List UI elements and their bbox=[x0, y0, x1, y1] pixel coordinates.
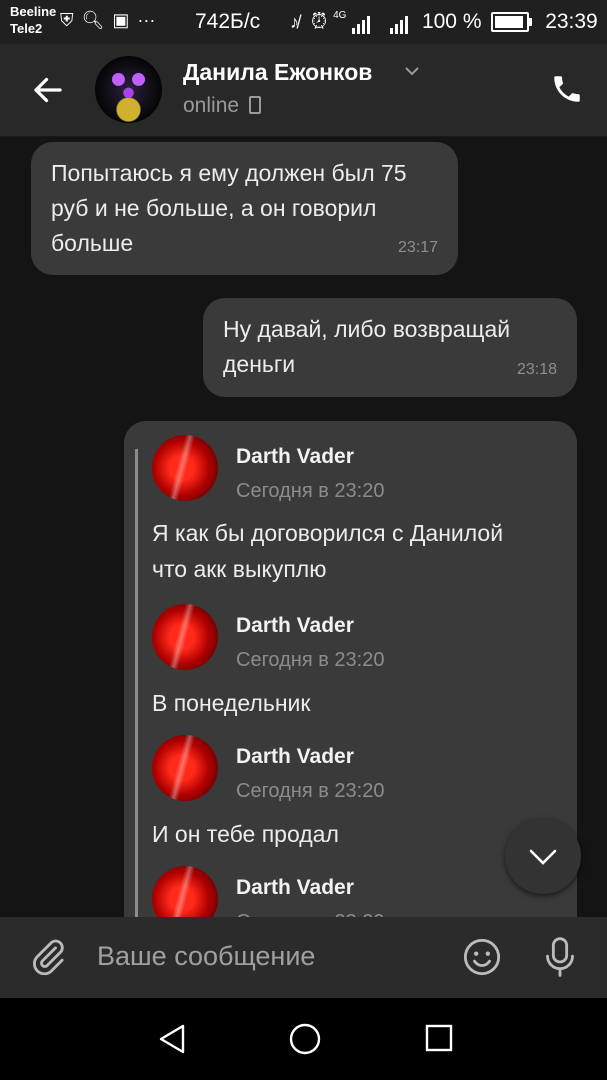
author-name[interactable]: Darth Vader bbox=[236, 739, 354, 774]
mute-icon: ♪̸ bbox=[290, 12, 299, 32]
battery-icon bbox=[491, 12, 533, 33]
notification-icons: ⛨ 🔍︎ ▣ ··· bbox=[60, 10, 163, 31]
forward-date: Сегодня в 23:20 bbox=[236, 780, 385, 802]
scroll-down-button[interactable] bbox=[505, 818, 581, 894]
carrier-2: Tele2 bbox=[10, 21, 43, 36]
nav-recent-icon[interactable] bbox=[423, 1022, 455, 1054]
contact-name[interactable]: Данила Ежонков bbox=[183, 59, 372, 86]
author-avatar[interactable] bbox=[152, 435, 218, 501]
forward-date: Сегодня в 23:20 bbox=[236, 649, 385, 671]
forward-text: Я как бы договорился с Данилой что акк в… bbox=[152, 520, 504, 582]
author-avatar[interactable] bbox=[152, 735, 218, 801]
author-name[interactable]: Darth Vader bbox=[236, 608, 354, 643]
carrier-1: Beeline bbox=[10, 4, 57, 19]
message-text: Попытаюсь я ему должен был 75 руб и не б… bbox=[51, 160, 407, 256]
author-name[interactable]: Darth Vader bbox=[236, 439, 354, 474]
message-time: 23:18 bbox=[516, 361, 557, 378]
signal-icon bbox=[352, 10, 372, 35]
message-outgoing[interactable]: Ну давай, либо возвращай деньги 23:18 bbox=[203, 298, 577, 397]
forward-text: И он тебе продал bbox=[152, 821, 339, 847]
message-input[interactable] bbox=[97, 941, 437, 972]
clock: 23:39 bbox=[545, 10, 598, 33]
search-icon: 🔍︎ bbox=[81, 10, 105, 30]
message-incoming[interactable]: Попытаюсь я ему должен был 75 руб и не б… bbox=[31, 142, 458, 275]
system-nav-bar bbox=[0, 998, 607, 1080]
carrier-labels: Beeline Tele2 bbox=[10, 3, 56, 37]
paperclip-icon[interactable] bbox=[28, 937, 68, 977]
image-icon: ▣ bbox=[112, 10, 130, 30]
status-bar: Beeline Tele2 ⛨ 🔍︎ ▣ ··· 742Б/с ♪̸ ⏰︎ 4G 10… bbox=[0, 0, 607, 44]
network-speed: 742Б/с bbox=[195, 10, 261, 33]
author-name[interactable]: Darth Vader bbox=[236, 870, 354, 905]
phone-icon[interactable] bbox=[550, 72, 584, 106]
nav-back-icon[interactable] bbox=[155, 1022, 189, 1056]
forward-text: В понедельник bbox=[152, 690, 311, 716]
battery-percent: 100 % bbox=[421, 10, 482, 33]
arrow-left-icon[interactable] bbox=[30, 72, 66, 108]
shield-icon: ⛨ bbox=[60, 10, 74, 30]
microphone-icon[interactable] bbox=[540, 935, 580, 979]
contact-status: online bbox=[183, 94, 262, 118]
chat-header: Данила Ежонков online bbox=[0, 44, 607, 137]
forward-indicator bbox=[135, 449, 138, 917]
author-avatar[interactable] bbox=[152, 604, 218, 670]
author-avatar[interactable] bbox=[152, 866, 218, 917]
chevron-down-icon[interactable] bbox=[403, 65, 421, 77]
forward-date: Сегодня в 23:20 bbox=[236, 480, 385, 502]
system-indicators: ♪̸ ⏰︎ 4G 100 % 23:39 bbox=[280, 10, 598, 35]
message-time: 23:17 bbox=[397, 239, 438, 256]
chevron-down-icon bbox=[529, 849, 557, 865]
more-icon: ··· bbox=[137, 10, 156, 30]
forward-date: Сегодня в 23:20 bbox=[236, 905, 384, 917]
message-text: Ну давай, либо возвращай деньги bbox=[223, 316, 511, 377]
status-text: online bbox=[183, 94, 240, 117]
mobile-icon bbox=[249, 96, 262, 114]
smile-icon[interactable] bbox=[462, 937, 502, 977]
network-type: 4G bbox=[333, 10, 347, 21]
nav-home-icon[interactable] bbox=[288, 1022, 322, 1056]
contact-avatar[interactable] bbox=[95, 56, 162, 123]
signal-2-icon bbox=[390, 10, 410, 35]
message-composer bbox=[0, 917, 607, 998]
message-list[interactable]: Попытаюсь я ему должен был 75 руб и не б… bbox=[0, 137, 607, 917]
alarm-icon: ⏰︎ bbox=[310, 10, 328, 33]
